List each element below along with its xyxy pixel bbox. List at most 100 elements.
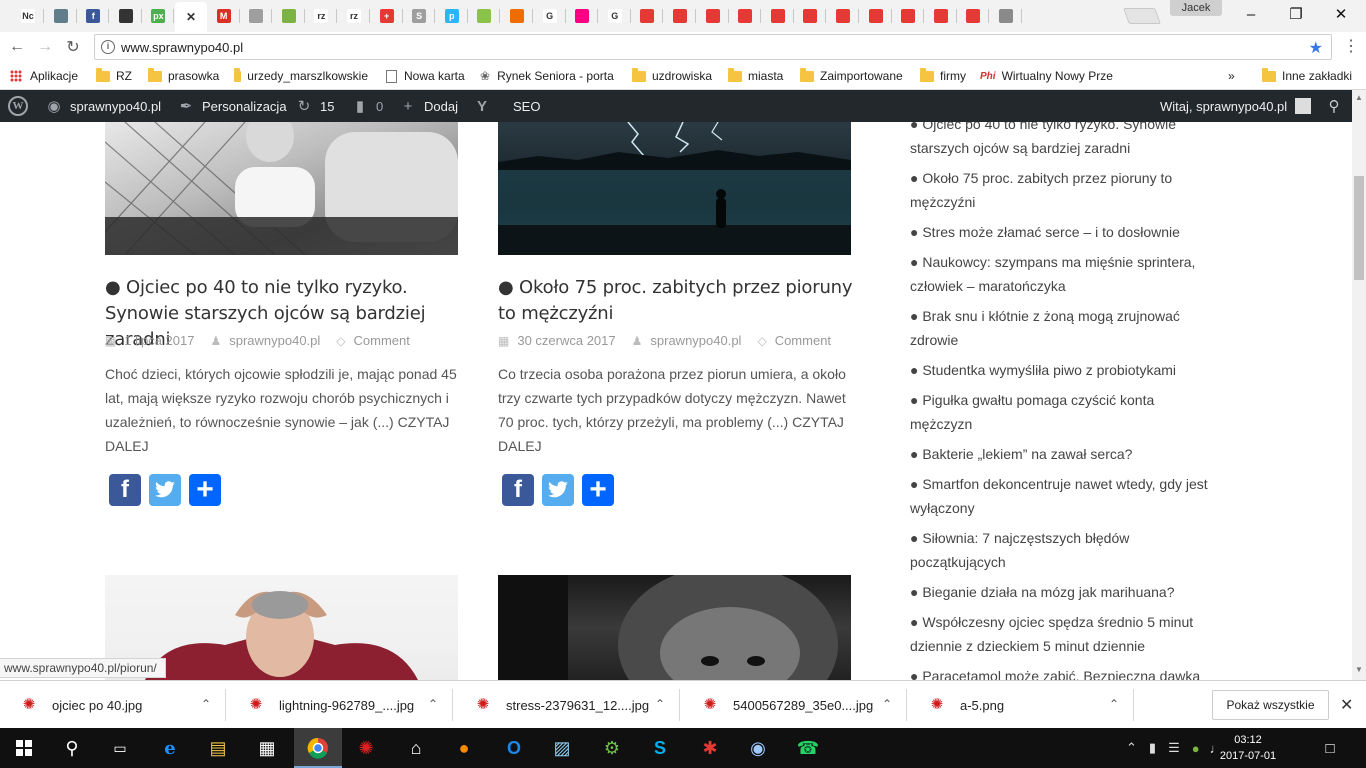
twitter-share-button[interactable]	[149, 474, 181, 506]
page-scrollbar[interactable]: ▲ ▼	[1352, 90, 1366, 680]
bookmark-other[interactable]: Inne zakładki	[1262, 67, 1352, 85]
post-date[interactable]: 30 czerwca 2017	[517, 333, 615, 348]
sidebar-post-link[interactable]: ● Naukowcy: szympans ma mięśnie sprinter…	[910, 250, 1220, 298]
wp-site-link[interactable]: ◉ sprawnypo40.pl	[44, 90, 161, 122]
wp-logo-button[interactable]: W	[8, 90, 28, 122]
forward-button[interactable]: →	[34, 36, 56, 58]
sidebar-post-link[interactable]: ● Brak snu i kłótnie z żoną mogą zrujnow…	[910, 304, 1220, 352]
browser-tab[interactable]: p	[436, 4, 468, 28]
paint-app[interactable]: ✺	[342, 728, 390, 768]
post-image-chimpanzee[interactable]	[498, 575, 851, 680]
sidebar-post-link[interactable]: ● Stres może złamać serce – i to dosłown…	[910, 220, 1220, 244]
minimize-button[interactable]: –	[1228, 0, 1274, 28]
profile-button[interactable]: Jacek	[1170, 0, 1222, 16]
scroll-up-arrow-icon[interactable]: ▲	[1352, 92, 1366, 104]
task-view-button[interactable]: ▭	[96, 728, 144, 768]
chevron-up-icon[interactable]: ⌃	[882, 697, 892, 711]
chrome-menu-button[interactable]: ⋮	[1342, 36, 1360, 58]
bookmark-firmy[interactable]: firmy	[920, 67, 966, 85]
wp-seo-link[interactable]: SEO	[513, 90, 540, 122]
share-more-button[interactable]: +	[582, 474, 614, 506]
wp-customize-link[interactable]: ✒ Personalizacja	[176, 90, 287, 122]
bookmark-miasta[interactable]: miasta	[728, 67, 783, 85]
browser-tab[interactable]	[566, 4, 599, 28]
chevron-up-icon[interactable]: ⌃	[1126, 740, 1137, 756]
bookmark-apps[interactable]: Aplikacje	[10, 67, 78, 85]
post-image-father-son[interactable]	[105, 122, 458, 255]
sidebar-post-link[interactable]: ● Współczesny ojciec spędza średnio 5 mi…	[910, 610, 1220, 658]
sidebar-post-link[interactable]: ● Pigułka gwałtu pomaga czyścić konta mę…	[910, 388, 1220, 436]
bookmark-urzedy[interactable]: urzedy_marszlkowskie	[234, 67, 368, 85]
browser-tab[interactable]	[892, 4, 925, 28]
download-item[interactable]: ✺ lightning-962789_....jpg ⌃	[227, 689, 453, 721]
sidebar-post-link[interactable]: ● Studentka wymyśliła piwo z probiotykam…	[910, 358, 1220, 382]
wp-account-menu[interactable]: Witaj, sprawnypo40.pl	[1160, 90, 1312, 122]
bookmark-star-icon[interactable]: ★	[1309, 38, 1323, 58]
close-shelf-icon[interactable]: ✕	[1340, 695, 1353, 715]
browser-tab[interactable]	[729, 4, 762, 28]
tab-active[interactable]: ✕	[175, 2, 207, 32]
browser-tab[interactable]	[45, 4, 77, 28]
browser-tab[interactable]	[501, 4, 533, 28]
browser-tab[interactable]: Nc	[12, 4, 44, 28]
browser-tab[interactable]	[631, 4, 664, 28]
post-date[interactable]: 1 lipca 2017	[124, 333, 194, 348]
sidebar-post-link[interactable]: ● Około 75 proc. zabitych przez pioruny …	[910, 166, 1220, 214]
scrollbar-thumb[interactable]	[1354, 176, 1364, 280]
facebook-share-button[interactable]: f	[109, 474, 141, 506]
bookmark-rynek-seniora[interactable]: ❀ Rynek Seniora - porta	[480, 67, 616, 85]
new-tab-button[interactable]	[1123, 8, 1161, 24]
bookmark-prasowka[interactable]: prasowka	[148, 67, 219, 85]
bookmark-wnp[interactable]: Phi Wirtualny Nowy Prze	[980, 67, 1116, 85]
wifi-icon[interactable]: ☰	[1168, 740, 1180, 756]
firefox-app[interactable]: ●	[440, 728, 488, 768]
post-comment-link[interactable]: Comment	[775, 333, 831, 348]
browser-tab[interactable]: G	[599, 4, 631, 28]
bookmark-nowa-karta[interactable]: Nowa karta	[386, 67, 465, 85]
browser-tab[interactable]: rz	[305, 4, 338, 28]
browser-tab[interactable]: px	[142, 4, 175, 28]
wp-yoast-link[interactable]: Y	[472, 90, 498, 122]
browser-tab[interactable]	[957, 4, 990, 28]
sidebar-post-link[interactable]: ● Smartfon dekoncentruje nawet wtedy, gd…	[910, 472, 1220, 520]
wp-new-content-link[interactable]: + Dodaj	[398, 90, 458, 122]
file-explorer-app[interactable]: ▤	[194, 728, 242, 768]
reload-button[interactable]: ↻	[62, 36, 84, 58]
skype-app[interactable]: S	[636, 728, 684, 768]
outlook-app[interactable]: O	[490, 728, 538, 768]
browser-tab[interactable]	[990, 4, 1022, 28]
close-window-button[interactable]: ✕	[1318, 0, 1364, 28]
facebook-share-button[interactable]: f	[502, 474, 534, 506]
bookmark-zaimportowane[interactable]: Zaimportowane	[800, 67, 903, 85]
bookmark-rz[interactable]: RZ	[96, 67, 132, 85]
start-button[interactable]	[0, 728, 48, 768]
browser-tab[interactable]	[273, 4, 305, 28]
browser-tab[interactable]	[240, 4, 273, 28]
app-tray-icon[interactable]: ●	[1192, 741, 1200, 756]
browser-tab[interactable]	[468, 4, 501, 28]
browser-tab[interactable]	[827, 4, 859, 28]
sidebar-post-link[interactable]: ● Bieganie działa na mózg jak marihuana?	[910, 580, 1220, 604]
chevron-up-icon[interactable]: ⌃	[1109, 697, 1119, 711]
browser-tab[interactable]: f	[77, 4, 110, 28]
edge-app[interactable]: e	[146, 728, 194, 768]
wp-search-button[interactable]: ⚲	[1324, 90, 1350, 122]
post-comment-link[interactable]: Comment	[354, 333, 410, 348]
media-app[interactable]: ◉	[734, 728, 782, 768]
twitter-share-button[interactable]	[542, 474, 574, 506]
download-item[interactable]: ✺ a-5.png ⌃	[908, 689, 1134, 721]
browser-tab[interactable]: rz	[338, 4, 370, 28]
browser-tab[interactable]: +	[371, 4, 403, 28]
address-bar[interactable]: i www.sprawnypo40.pl ★	[94, 34, 1332, 60]
post-title[interactable]: ● Około 75 proc. zabitych przez pioruny …	[498, 275, 853, 327]
download-item[interactable]: ✺ ojciec po 40.jpg ⌃	[0, 689, 226, 721]
browser-tab[interactable]: M	[208, 4, 240, 28]
download-item[interactable]: ✺ stress-2379631_12....jpg ⌃	[454, 689, 680, 721]
battery-icon[interactable]: ▮	[1149, 740, 1156, 756]
post-author[interactable]: sprawnypo40.pl	[229, 333, 320, 348]
sidebar-post-link[interactable]: ● Bakterie „lekiem” na zawał serca?	[910, 442, 1220, 466]
bookmarks-overflow[interactable]: »	[1228, 67, 1235, 85]
browser-tab[interactable]	[794, 4, 827, 28]
chevron-up-icon[interactable]: ⌃	[428, 697, 438, 711]
scroll-down-arrow-icon[interactable]: ▼	[1352, 664, 1366, 676]
